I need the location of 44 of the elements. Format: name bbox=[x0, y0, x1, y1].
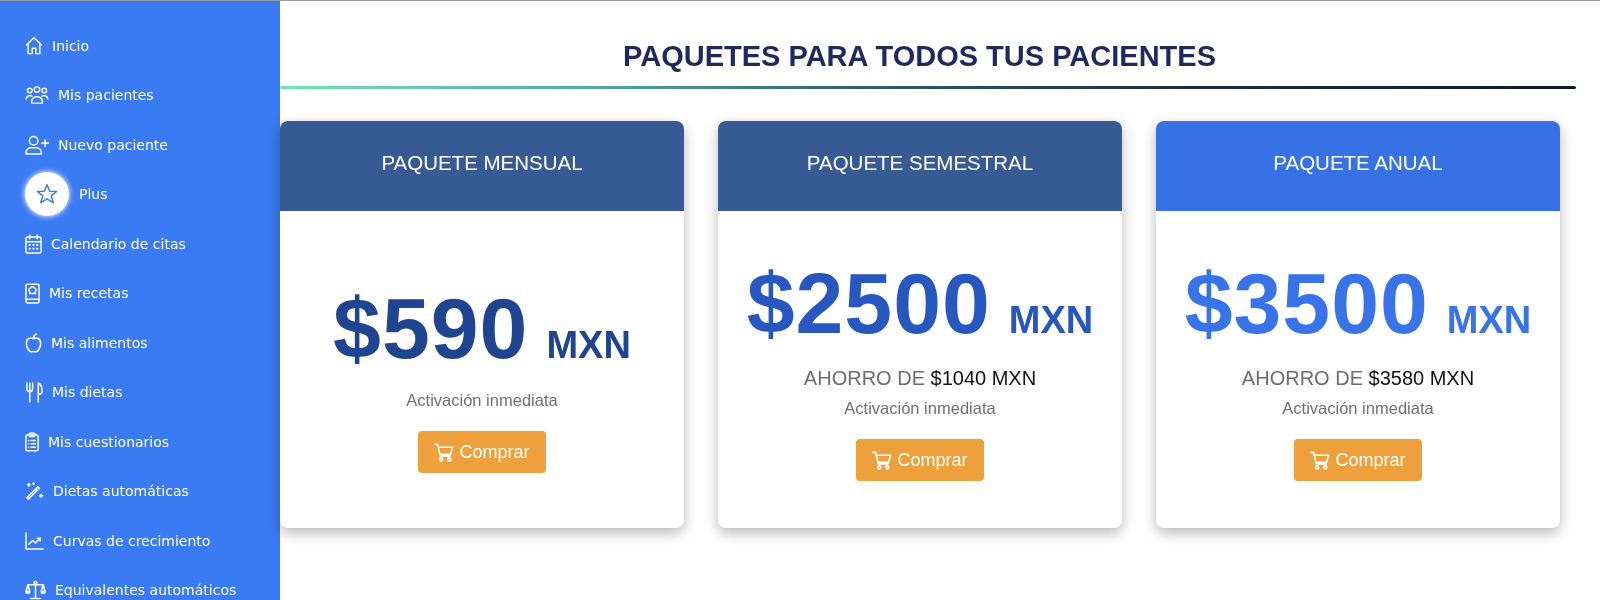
buy-button[interactable]: Comprar bbox=[1294, 439, 1422, 481]
price-amount: $590 bbox=[333, 283, 529, 373]
plan-name: PAQUETE MENSUAL bbox=[381, 150, 583, 176]
savings-text: AHORRO DE $3580 MXN bbox=[1241, 366, 1475, 391]
sidebar-item[interactable]: Mis alimentos bbox=[0, 318, 280, 368]
plan-name: PAQUETE ANUAL bbox=[1273, 150, 1443, 176]
scale-icon bbox=[25, 580, 46, 600]
cart-icon bbox=[1310, 450, 1331, 470]
sidebar-item[interactable]: Mis pacientes bbox=[0, 70, 280, 120]
fork-knife-icon bbox=[25, 381, 43, 403]
clipboard-icon bbox=[25, 431, 39, 452]
people-icon bbox=[25, 86, 49, 105]
page-title: PAQUETES PARA TODOS TUS PACIENTES bbox=[622, 39, 1217, 74]
cart-icon bbox=[872, 450, 893, 470]
currency-label: MXN bbox=[1008, 300, 1094, 340]
sidebar-item[interactable]: Plus bbox=[0, 169, 280, 219]
person-plus-icon bbox=[25, 134, 49, 155]
price-amount: $2500 bbox=[746, 258, 991, 348]
buy-button[interactable]: Comprar bbox=[418, 431, 546, 473]
activation-note: Activación inmediata bbox=[406, 390, 558, 411]
magic-wand-icon bbox=[25, 481, 44, 501]
sidebar-item[interactable]: Nuevo paciente bbox=[0, 120, 280, 170]
currency-label: MXN bbox=[546, 325, 631, 365]
sidebar-item[interactable]: Dietas automáticas bbox=[0, 466, 280, 516]
activation-note: Activación inmediata bbox=[844, 398, 996, 419]
apple-icon bbox=[25, 332, 42, 353]
sidebar-item[interactable]: Mis dietas bbox=[0, 367, 280, 417]
savings-text: AHORRO DE $1040 MXN bbox=[803, 366, 1037, 391]
line-chart-icon bbox=[25, 531, 44, 550]
cart-icon bbox=[434, 442, 455, 462]
price-amount: $3500 bbox=[1184, 258, 1429, 348]
activation-note: Activación inmediata bbox=[1282, 398, 1434, 419]
sidebar-item[interactable]: Calendario de citas bbox=[0, 219, 280, 269]
calendar-icon bbox=[25, 233, 42, 254]
book-icon bbox=[25, 282, 40, 304]
currency-label: MXN bbox=[1446, 300, 1532, 340]
home-icon bbox=[25, 36, 43, 56]
sidebar-item[interactable]: Equivalentes automáticos bbox=[0, 565, 280, 600]
sidebar-item[interactable]: Mis recetas bbox=[0, 268, 280, 318]
sidebar-item[interactable]: Inicio bbox=[0, 21, 280, 71]
sidebar-item[interactable]: Mis cuestionarios bbox=[0, 417, 280, 467]
sidebar-item[interactable]: Curvas de crecimiento bbox=[0, 516, 280, 566]
buy-button[interactable]: Comprar bbox=[856, 439, 984, 481]
plan-name: PAQUETE SEMESTRAL bbox=[806, 150, 1034, 176]
